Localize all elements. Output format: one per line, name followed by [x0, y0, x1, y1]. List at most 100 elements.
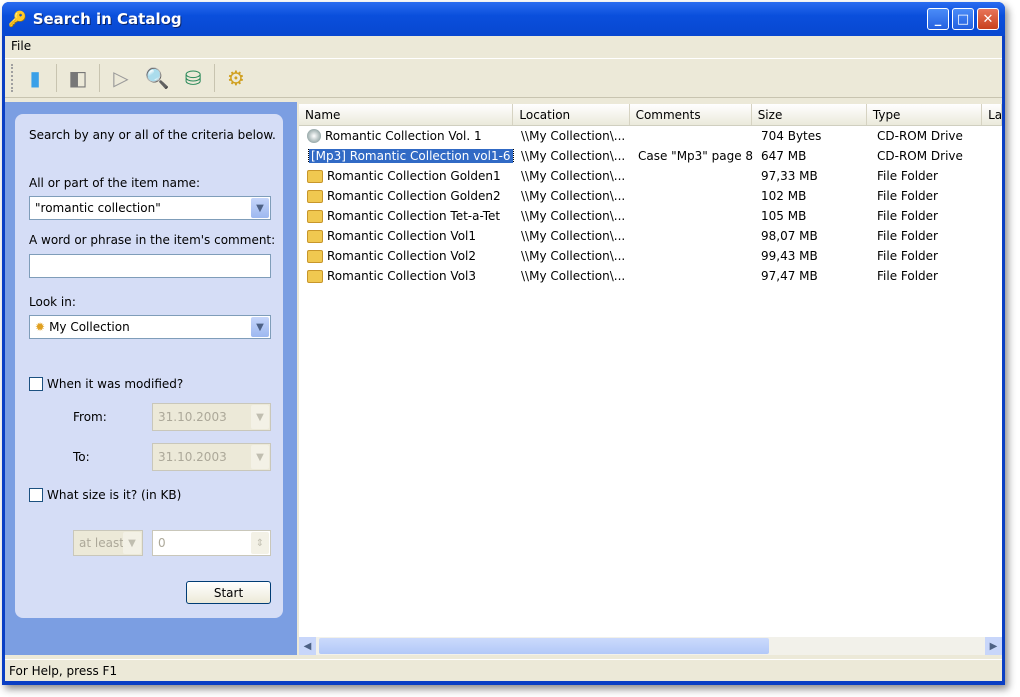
search-panel: Search by any or all of the criteria bel…: [5, 102, 297, 655]
start-button[interactable]: Start: [186, 581, 271, 604]
cell-type: File Folder: [877, 209, 938, 223]
scroll-thumb[interactable]: [319, 638, 769, 654]
open-icon[interactable]: ◧: [63, 63, 93, 93]
spin-icon[interactable]: ⇕: [251, 532, 269, 554]
lookin-value: My Collection: [49, 320, 130, 334]
horizontal-scrollbar[interactable]: ◀ ▶: [299, 637, 1002, 655]
size-mode-value: at least: [79, 536, 124, 550]
column-size[interactable]: Size: [752, 104, 867, 125]
table-row[interactable]: Romantic Collection Vol1 \\My Collection…: [299, 226, 1002, 246]
size-checkbox[interactable]: What size is it? (in KB): [29, 488, 181, 502]
collection-icon: ✹: [35, 320, 46, 334]
table-row[interactable]: Romantic Collection Golden2 \\My Collect…: [299, 186, 1002, 206]
scroll-left-icon[interactable]: ◀: [299, 637, 316, 655]
name-label: All or part of the item name:: [29, 176, 201, 190]
cell-location: \\My Collection\...: [521, 269, 626, 283]
table-row[interactable]: Romantic Collection Tet-a-Tet \\My Colle…: [299, 206, 1002, 226]
new-icon[interactable]: ▮: [20, 63, 50, 93]
play-icon[interactable]: ▷: [106, 63, 136, 93]
cell-location: \\My Collection\...: [521, 249, 626, 263]
cell-size: 97,33 MB: [761, 169, 818, 183]
folder-icon: [307, 189, 323, 203]
cell-size: 102 MB: [761, 189, 807, 203]
cell-name: Romantic Collection Golden2: [299, 189, 515, 203]
folder-icon: [307, 229, 323, 243]
cell-name: Romantic Collection Vol. 1: [299, 129, 515, 143]
to-date[interactable]: 31.10.2003 ▼: [152, 443, 271, 471]
search-icon[interactable]: 🔍: [142, 63, 172, 93]
cell-name: Romantic Collection Golden1: [299, 169, 515, 183]
table-row[interactable]: Romantic Collection Vol3 \\My Collection…: [299, 266, 1002, 286]
cell-size: 98,07 MB: [761, 229, 818, 243]
modified-checkbox[interactable]: When it was modified?: [29, 377, 183, 391]
title-bar[interactable]: 🔑 Search in Catalog _ □ ✕: [2, 2, 1005, 36]
close-button[interactable]: ✕: [977, 8, 999, 30]
from-date[interactable]: 31.10.2003 ▼: [152, 403, 271, 431]
window-title: Search in Catalog: [32, 10, 182, 28]
column-type[interactable]: Type: [867, 104, 983, 125]
cell-type: CD-ROM Drive: [877, 129, 963, 143]
toolbar: ▮ ◧ ▷ 🔍 ⛁ ⚙: [5, 58, 1002, 98]
chevron-down-icon[interactable]: ▼: [123, 532, 141, 554]
cell-name: [Mp3] Romantic Collection vol1-6: [299, 149, 515, 163]
chevron-down-icon[interactable]: ▼: [251, 198, 269, 218]
search-window: 🔑 Search in Catalog _ □ ✕ File ▮ ◧ ▷ 🔍 ⛁…: [2, 2, 1005, 685]
from-value: 31.10.2003: [158, 410, 227, 424]
scroll-right-icon[interactable]: ▶: [985, 637, 1002, 655]
cell-type: CD-ROM Drive: [877, 149, 963, 163]
size-mode-select[interactable]: at least ▼: [73, 530, 143, 556]
item-name: Romantic Collection Vol1: [327, 229, 476, 243]
toolbar-grip[interactable]: [11, 64, 14, 92]
comment-input[interactable]: [29, 254, 271, 278]
catalog-icon[interactable]: ⛁: [178, 63, 208, 93]
cell-comments: Case "Mp3" page 8: [638, 149, 754, 163]
chevron-down-icon[interactable]: ▼: [251, 445, 269, 469]
column-comments[interactable]: Comments: [630, 104, 752, 125]
folder-icon: [307, 209, 323, 223]
cell-size: 97,47 MB: [761, 269, 818, 283]
from-label: From:: [73, 410, 107, 424]
cd-drive-icon: [307, 129, 321, 143]
cell-name: Romantic Collection Vol3: [299, 269, 515, 283]
item-name: [Mp3] Romantic Collection vol1-6: [308, 149, 514, 163]
column-location[interactable]: Location: [513, 104, 630, 125]
chevron-down-icon[interactable]: ▼: [251, 405, 269, 429]
status-bar: For Help, press F1: [5, 659, 1002, 681]
cell-type: File Folder: [877, 249, 938, 263]
folder-icon: [307, 169, 323, 183]
to-label: To:: [73, 450, 90, 464]
menu-file[interactable]: File: [11, 39, 31, 53]
lookin-combo[interactable]: ✹ My Collection ▼: [29, 315, 271, 339]
name-value: "romantic collection": [35, 201, 161, 215]
column-last[interactable]: La: [982, 104, 1002, 125]
size-label: What size is it? (in KB): [47, 488, 182, 502]
item-name: Romantic Collection Golden2: [327, 189, 501, 203]
cell-size: 105 MB: [761, 209, 807, 223]
folder-icon: [307, 249, 323, 263]
table-row[interactable]: Romantic Collection Vol2 \\My Collection…: [299, 246, 1002, 266]
table-row[interactable]: [Mp3] Romantic Collection vol1-6 \\My Co…: [299, 146, 1002, 166]
cell-type: File Folder: [877, 189, 938, 203]
cell-location: \\My Collection\...: [521, 129, 626, 143]
cell-location: \\My Collection\...: [521, 229, 626, 243]
comment-label: A word or phrase in the item's comment:: [29, 233, 276, 247]
key-icon: 🔑: [8, 10, 27, 28]
name-combo[interactable]: "romantic collection" ▼: [29, 196, 271, 220]
cell-size: 704 Bytes: [761, 129, 822, 143]
settings-icon[interactable]: ⚙: [221, 63, 251, 93]
item-name: Romantic Collection Vol. 1: [325, 129, 482, 143]
maximize-button[interactable]: □: [952, 8, 974, 30]
table-row[interactable]: Romantic Collection Golden1 \\My Collect…: [299, 166, 1002, 186]
table-row[interactable]: Romantic Collection Vol. 1 \\My Collecti…: [299, 126, 1002, 146]
cell-location: \\My Collection\...: [521, 209, 626, 223]
item-name: Romantic Collection Tet-a-Tet: [327, 209, 501, 223]
column-name[interactable]: Name: [299, 104, 514, 125]
chevron-down-icon[interactable]: ▼: [251, 317, 269, 337]
intro-text: Search by any or all of the criteria bel…: [29, 128, 276, 142]
size-stepper[interactable]: 0 ⇕: [152, 530, 271, 556]
cell-size: 647 MB: [761, 149, 807, 163]
cell-location: \\My Collection\...: [521, 169, 626, 183]
cell-name: Romantic Collection Tet-a-Tet: [299, 209, 515, 223]
minimize-button[interactable]: _: [927, 8, 949, 30]
lookin-label: Look in:: [29, 295, 76, 309]
